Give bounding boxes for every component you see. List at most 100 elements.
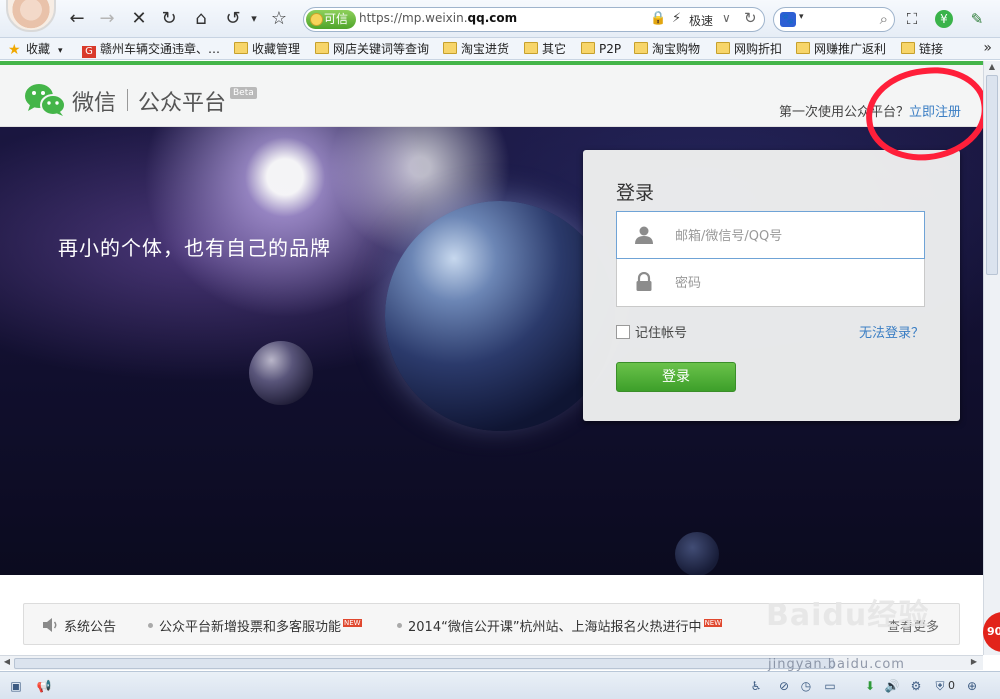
username-input[interactable]: [675, 224, 915, 248]
cant-login-link[interactable]: 无法登录？: [859, 322, 924, 341]
folder-icon: [901, 42, 915, 54]
shield-icon[interactable]: ⛨: [932, 678, 948, 694]
bookmark-ganzhou[interactable]: G 赣州车辆交通违章、…: [82, 41, 221, 58]
password-field[interactable]: [616, 259, 925, 307]
distant-planet-image: [675, 532, 719, 575]
hero-banner: 再小的个体，也有自己的品牌 登录 记住帐号 无法登录？ 登录: [0, 127, 983, 575]
scroll-up-icon[interactable]: ▲: [986, 62, 998, 74]
bookmark-folder[interactable]: 链接: [901, 41, 943, 57]
bookmark-label: 淘宝购物: [652, 42, 701, 56]
refresh-icon[interactable]: ↻: [158, 8, 180, 30]
sidebar-toggle-icon[interactable]: ▣: [8, 678, 24, 694]
announcement-title: 系统公告: [64, 620, 117, 635]
address-bar[interactable]: 可信 https://mp.weixin.qq.com 🔒 ⚡ 极速 ∨ ↻: [303, 7, 765, 32]
forward-arrow-icon[interactable]: →: [96, 8, 118, 30]
url-text[interactable]: https://mp.weixin.qq.com: [359, 11, 517, 25]
scroll-thumb[interactable]: [14, 658, 834, 669]
back-arrow-icon[interactable]: ←: [66, 8, 88, 30]
tools-icon[interactable]: ⚙: [908, 678, 924, 694]
brand-divider: [127, 89, 128, 111]
bookmark-folder[interactable]: 淘宝进货: [443, 41, 509, 57]
scroll-thumb[interactable]: [986, 75, 998, 275]
bookmark-folder[interactable]: 淘宝购物: [634, 41, 700, 57]
search-box[interactable]: 🐾 ▾ ⌕: [773, 7, 895, 32]
folder-icon: [581, 42, 595, 54]
login-button[interactable]: 登录: [616, 362, 736, 392]
folder-icon: [634, 42, 648, 54]
history-icon[interactable]: ◷: [798, 678, 814, 694]
folder-icon: [524, 42, 538, 54]
bookmark-manager[interactable]: 收藏管理: [234, 41, 300, 57]
home-icon[interactable]: ⌂: [190, 8, 212, 30]
bookmark-label: 网购折扣: [734, 42, 783, 56]
reload-icon[interactable]: ↻: [744, 9, 757, 27]
register-link[interactable]: 立即注册: [909, 105, 961, 120]
scroll-left-icon[interactable]: ◀: [1, 657, 13, 666]
baidu-paw-icon[interactable]: 🐾: [780, 12, 796, 27]
folder-icon: [716, 42, 730, 54]
announcement-item[interactable]: 2014“微信公开课”杭州站、上海站报名火热进行中 NEW: [397, 616, 723, 635]
vertical-scrollbar[interactable]: ▲: [983, 61, 1000, 655]
favorite-star-icon[interactable]: ☆: [268, 8, 290, 30]
new-badge: NEW: [703, 619, 723, 627]
first-use-prompt: 第一次使用公众平台？立即注册: [779, 101, 961, 120]
zoom-icon[interactable]: ⊕: [964, 678, 980, 694]
bookmark-folder[interactable]: 其它: [524, 41, 566, 57]
blocked-count: 0: [948, 679, 955, 692]
remember-checkbox[interactable]: [616, 325, 630, 339]
wechat-logo-icon[interactable]: [24, 83, 66, 117]
watermark-url: jingyan.baidu.com: [768, 657, 905, 672]
remember-account[interactable]: 记住帐号: [616, 322, 687, 341]
bookmark-label: 网店关键词等查询: [333, 42, 430, 56]
password-input[interactable]: [675, 271, 915, 295]
browser-toolbar: ← → ✕ ↻ ⌂ ↺ ▾ ☆ 可信 https://mp.weixin.qq.…: [0, 0, 1000, 38]
bookmark-label: 赣州车辆交通违章、…: [100, 42, 221, 56]
bookmarks-overflow-button[interactable]: »: [983, 40, 992, 56]
user-icon: [635, 226, 653, 244]
bookmark-folder[interactable]: 网赚推广返利: [796, 41, 886, 57]
accessibility-icon[interactable]: ♿: [748, 678, 764, 694]
bookmark-folder[interactable]: 网店关键词等查询: [315, 41, 429, 57]
search-icon[interactable]: ⌕: [880, 10, 888, 28]
announcement-item[interactable]: 公众平台新增投票和多客服功能 NEW: [148, 616, 362, 635]
lock-icon[interactable]: 🔒: [650, 11, 666, 26]
window-icon[interactable]: ▭: [822, 678, 838, 694]
megaphone-icon[interactable]: 📢: [36, 678, 52, 694]
block-icon[interactable]: ⊘: [776, 678, 792, 694]
bookmark-label: P2P: [599, 42, 622, 56]
moon-image: [249, 341, 313, 405]
trust-label: 可信: [324, 12, 349, 26]
lightning-icon[interactable]: ⚡: [672, 11, 681, 26]
brush-icon[interactable]: ✎: [966, 8, 988, 30]
announcement-text[interactable]: 2014“微信公开课”杭州站、上海站报名火热进行中: [408, 620, 702, 635]
announcement-text[interactable]: 公众平台新增投票和多客服功能: [159, 620, 341, 635]
bookmark-folder[interactable]: 网购折扣: [716, 41, 782, 57]
status-bar: ▣ 📢 ♿ ⊘ ◷ ▭ ⬇ 🔊 ⚙ ⛨ 0 ⊕: [0, 671, 1000, 699]
scroll-right-icon[interactable]: ▶: [968, 657, 980, 666]
speed-mode-label[interactable]: 极速: [689, 12, 713, 29]
page-viewport: 微信 公众平台 Beta 第一次使用公众平台？立即注册 再小的个体，也有自己的品…: [0, 61, 983, 655]
speaker-icon: [43, 618, 57, 632]
bookmark-label: 收藏管理: [252, 42, 301, 56]
bookmark-label: 网赚推广返利: [814, 42, 887, 56]
g-site-icon: G: [82, 46, 96, 58]
chevron-down-icon[interactable]: ∨: [722, 11, 731, 25]
undo-close-icon[interactable]: ↺: [222, 8, 244, 30]
screenshot-icon[interactable]: ⛶: [901, 8, 923, 30]
yen-icon[interactable]: ¥: [935, 10, 953, 28]
lock-icon: [636, 272, 652, 291]
chevron-down-icon[interactable]: ▾: [58, 46, 63, 56]
first-use-text: 第一次使用公众平台？: [778, 105, 909, 120]
user-avatar[interactable]: [6, 0, 56, 32]
bookmark-folder[interactable]: P2P: [581, 41, 621, 57]
folder-icon: [315, 42, 329, 54]
trusted-site-badge[interactable]: 可信: [306, 10, 356, 29]
folder-icon: [443, 42, 457, 54]
chevron-down-icon[interactable]: ▾: [248, 8, 260, 30]
stop-icon[interactable]: ✕: [128, 8, 150, 30]
username-field[interactable]: [616, 211, 925, 259]
bookmark-favorites[interactable]: ★ 收藏 ▾: [8, 41, 63, 58]
chevron-down-icon[interactable]: ▾: [799, 12, 804, 22]
volume-icon[interactable]: 🔊: [884, 678, 900, 694]
download-icon[interactable]: ⬇: [862, 678, 878, 694]
